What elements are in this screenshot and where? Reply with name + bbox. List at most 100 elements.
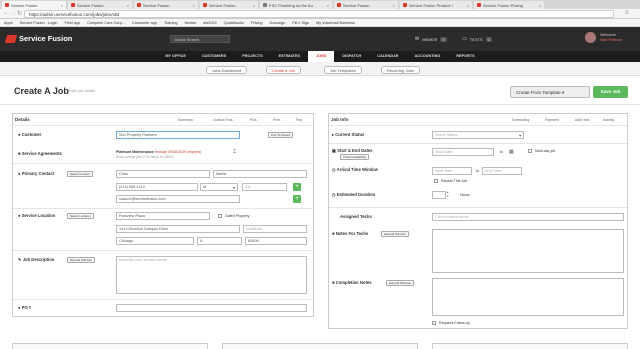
- bookmark-item[interactable]: Field app: [64, 21, 80, 25]
- check-availability-button[interactable]: Check Availability: [340, 154, 370, 160]
- email-input[interactable]: shaun2@servicefusion.com: [116, 195, 240, 203]
- tab-pds[interactable]: PDs: [250, 118, 257, 122]
- first-name-input[interactable]: Chris: [116, 170, 210, 178]
- global-search-input[interactable]: Global Search: [170, 35, 230, 43]
- repeat-job-checkbox[interactable]: [434, 179, 438, 183]
- agreement-info[interactable]: Platinum Maintenance through 09/30/2019 …: [116, 150, 201, 154]
- unit-suite-input[interactable]: Unit/Suite: [243, 225, 307, 233]
- street-input[interactable]: 1413 Munnich Campus Drive: [116, 225, 240, 233]
- arrival-end-time-input[interactable]: End Time: [482, 167, 522, 175]
- gated-property-checkbox[interactable]: [218, 214, 222, 218]
- add-email-button[interactable]: +: [293, 195, 301, 203]
- browser-tab[interactable]: Service Fusion ×: [334, 1, 398, 9]
- memos-link[interactable]: ✉ MEMOS 0: [415, 36, 447, 42]
- start-date-input[interactable]: Start Date: [432, 148, 494, 156]
- expand-notes-button[interactable]: Expand Window: [381, 231, 409, 237]
- close-tab-icon[interactable]: ×: [193, 3, 195, 8]
- tab-activity[interactable]: Activity: [603, 118, 614, 122]
- tab-scheduling[interactable]: Scheduling: [512, 118, 529, 122]
- location-name-input[interactable]: Parkview Plaza: [116, 212, 210, 220]
- close-tab-icon[interactable]: ×: [539, 3, 541, 8]
- bookmark-item[interactable]: Training: [164, 21, 178, 25]
- nav-reports[interactable]: REPORTS: [448, 51, 482, 62]
- url-input[interactable]: https://admin.servicefusion.com/jobs/job…: [24, 10, 614, 18]
- nav-customers[interactable]: CUSTOMERS: [194, 51, 234, 62]
- add-phone-button[interactable]: +: [293, 183, 301, 191]
- browser-tab[interactable]: Service Fusion ×: [2, 1, 66, 9]
- nav-accounting[interactable]: ACCOUNTING: [407, 51, 449, 62]
- reload-icon[interactable]: ↻: [17, 10, 22, 17]
- city-input[interactable]: Chicago: [116, 237, 194, 245]
- select-contact-button[interactable]: Select Contact: [67, 171, 93, 177]
- phone-input[interactable]: (214) 555-1212: [116, 183, 198, 191]
- expand-completion-notes-button[interactable]: Expand Window: [386, 280, 414, 286]
- status-select[interactable]: Select Status ▾: [432, 131, 524, 139]
- tab-custom-fields[interactable]: Custom Flds: [213, 118, 233, 122]
- browser-tab[interactable]: Service Fusion ×: [200, 1, 258, 9]
- nav-estimates[interactable]: ESTIMATES: [271, 51, 308, 62]
- bookmark-item[interactable]: sfs2019: [203, 21, 216, 25]
- bookmark-item[interactable]: My Voicemail Business: [316, 21, 355, 25]
- bookmark-item[interactable]: Fill n Sign: [292, 21, 309, 25]
- back-icon[interactable]: ←: [3, 10, 9, 16]
- browser-tab[interactable]: Service Fusion Pricing ×: [474, 1, 544, 9]
- phone-type-select[interactable]: M ▾: [200, 183, 238, 191]
- zip-input[interactable]: 60606: [245, 237, 307, 245]
- extension-input[interactable]: Ext: [242, 183, 287, 191]
- bookmark-item[interactable]: Service Fusion - Login: [20, 21, 58, 25]
- expand-window-button[interactable]: Expand Window: [67, 257, 95, 263]
- link-to-parent-button[interactable]: Link To Parent: [268, 132, 294, 138]
- bookmark-item[interactable]: QuickBooks: [224, 21, 244, 25]
- select-location-button[interactable]: Select Location: [67, 213, 94, 219]
- completion-notes-textarea[interactable]: [432, 278, 624, 316]
- assigned-techs-input[interactable]: Click to select techs: [432, 213, 624, 221]
- menu-icon[interactable]: ≡: [625, 10, 629, 16]
- browser-tab[interactable]: Service Fusion ×: [134, 1, 198, 9]
- tab-summary[interactable]: Summary: [178, 118, 193, 122]
- subtab-jobs-dashboard[interactable]: Jobs Dashboard: [206, 66, 248, 74]
- logo[interactable]: Service Fusion: [4, 34, 72, 43]
- notes-for-techs-textarea[interactable]: [432, 229, 624, 273]
- browser-tab[interactable]: Service Fusion Product I ×: [400, 1, 472, 9]
- nav-my-office[interactable]: MY OFFICE: [157, 51, 194, 62]
- forward-icon[interactable]: →: [10, 10, 16, 16]
- last-name-input[interactable]: Martin: [213, 170, 307, 178]
- tab-additional-info[interactable]: Add'l Info: [575, 118, 589, 122]
- state-input[interactable]: IL: [197, 237, 242, 245]
- nav-dispatch[interactable]: DISPATCH: [334, 51, 369, 62]
- job-description-textarea[interactable]: Describe your service needs: [116, 256, 307, 294]
- browser-tab[interactable]: Service Fusion ×: [68, 1, 132, 9]
- save-job-button[interactable]: Save Job: [593, 86, 628, 98]
- bookmark-item[interactable]: Docusign: [270, 21, 286, 25]
- close-tab-icon[interactable]: ×: [61, 3, 63, 8]
- bookmark-item[interactable]: Nimble: [185, 21, 197, 25]
- create-from-template-button[interactable]: Create From Template ▾: [510, 86, 590, 98]
- tab-pay[interactable]: Pay: [296, 118, 302, 122]
- duration-input[interactable]: [432, 191, 446, 199]
- calendar-icon[interactable]: ▦: [509, 149, 514, 155]
- nav-projects[interactable]: PROJECTS: [234, 51, 270, 62]
- avatar[interactable]: [585, 32, 596, 43]
- multiday-checkbox[interactable]: [528, 149, 532, 153]
- tab-print[interactable]: Print: [273, 118, 280, 122]
- texts-link[interactable]: ▭ TEXTS 0: [462, 36, 492, 42]
- subtab-create-job[interactable]: Create a Job: [266, 66, 301, 74]
- bookmark-item[interactable]: Complete Care Carp...: [87, 21, 125, 25]
- tab-payment[interactable]: Payment: [545, 118, 559, 122]
- close-tab-icon[interactable]: ×: [127, 3, 129, 8]
- duration-stepper-icon[interactable]: ▴ ▾: [447, 190, 449, 198]
- close-tab-icon[interactable]: ×: [327, 3, 329, 8]
- browser-tab[interactable]: FSC Plumbing do the Au ×: [260, 1, 332, 9]
- nav-calendar[interactable]: CALENDAR: [369, 51, 406, 62]
- close-tab-icon[interactable]: ×: [393, 3, 395, 8]
- bookmark-item[interactable]: Apps: [4, 21, 13, 25]
- bookmark-item[interactable]: Pricing: [251, 21, 263, 25]
- arrival-start-time-input[interactable]: Start Time: [432, 167, 472, 175]
- po-input[interactable]: [116, 304, 307, 312]
- close-tab-icon[interactable]: ×: [253, 3, 255, 8]
- user-name[interactable]: Matt Pattison: [600, 38, 622, 42]
- subtab-job-templates[interactable]: Job Templates: [324, 66, 362, 74]
- customer-input[interactable]: Sun Property Partners: [116, 131, 240, 139]
- bookmark-item[interactable]: Consumer app: [132, 21, 157, 25]
- subtab-recurring-jobs[interactable]: Recurring Jobs: [381, 66, 420, 74]
